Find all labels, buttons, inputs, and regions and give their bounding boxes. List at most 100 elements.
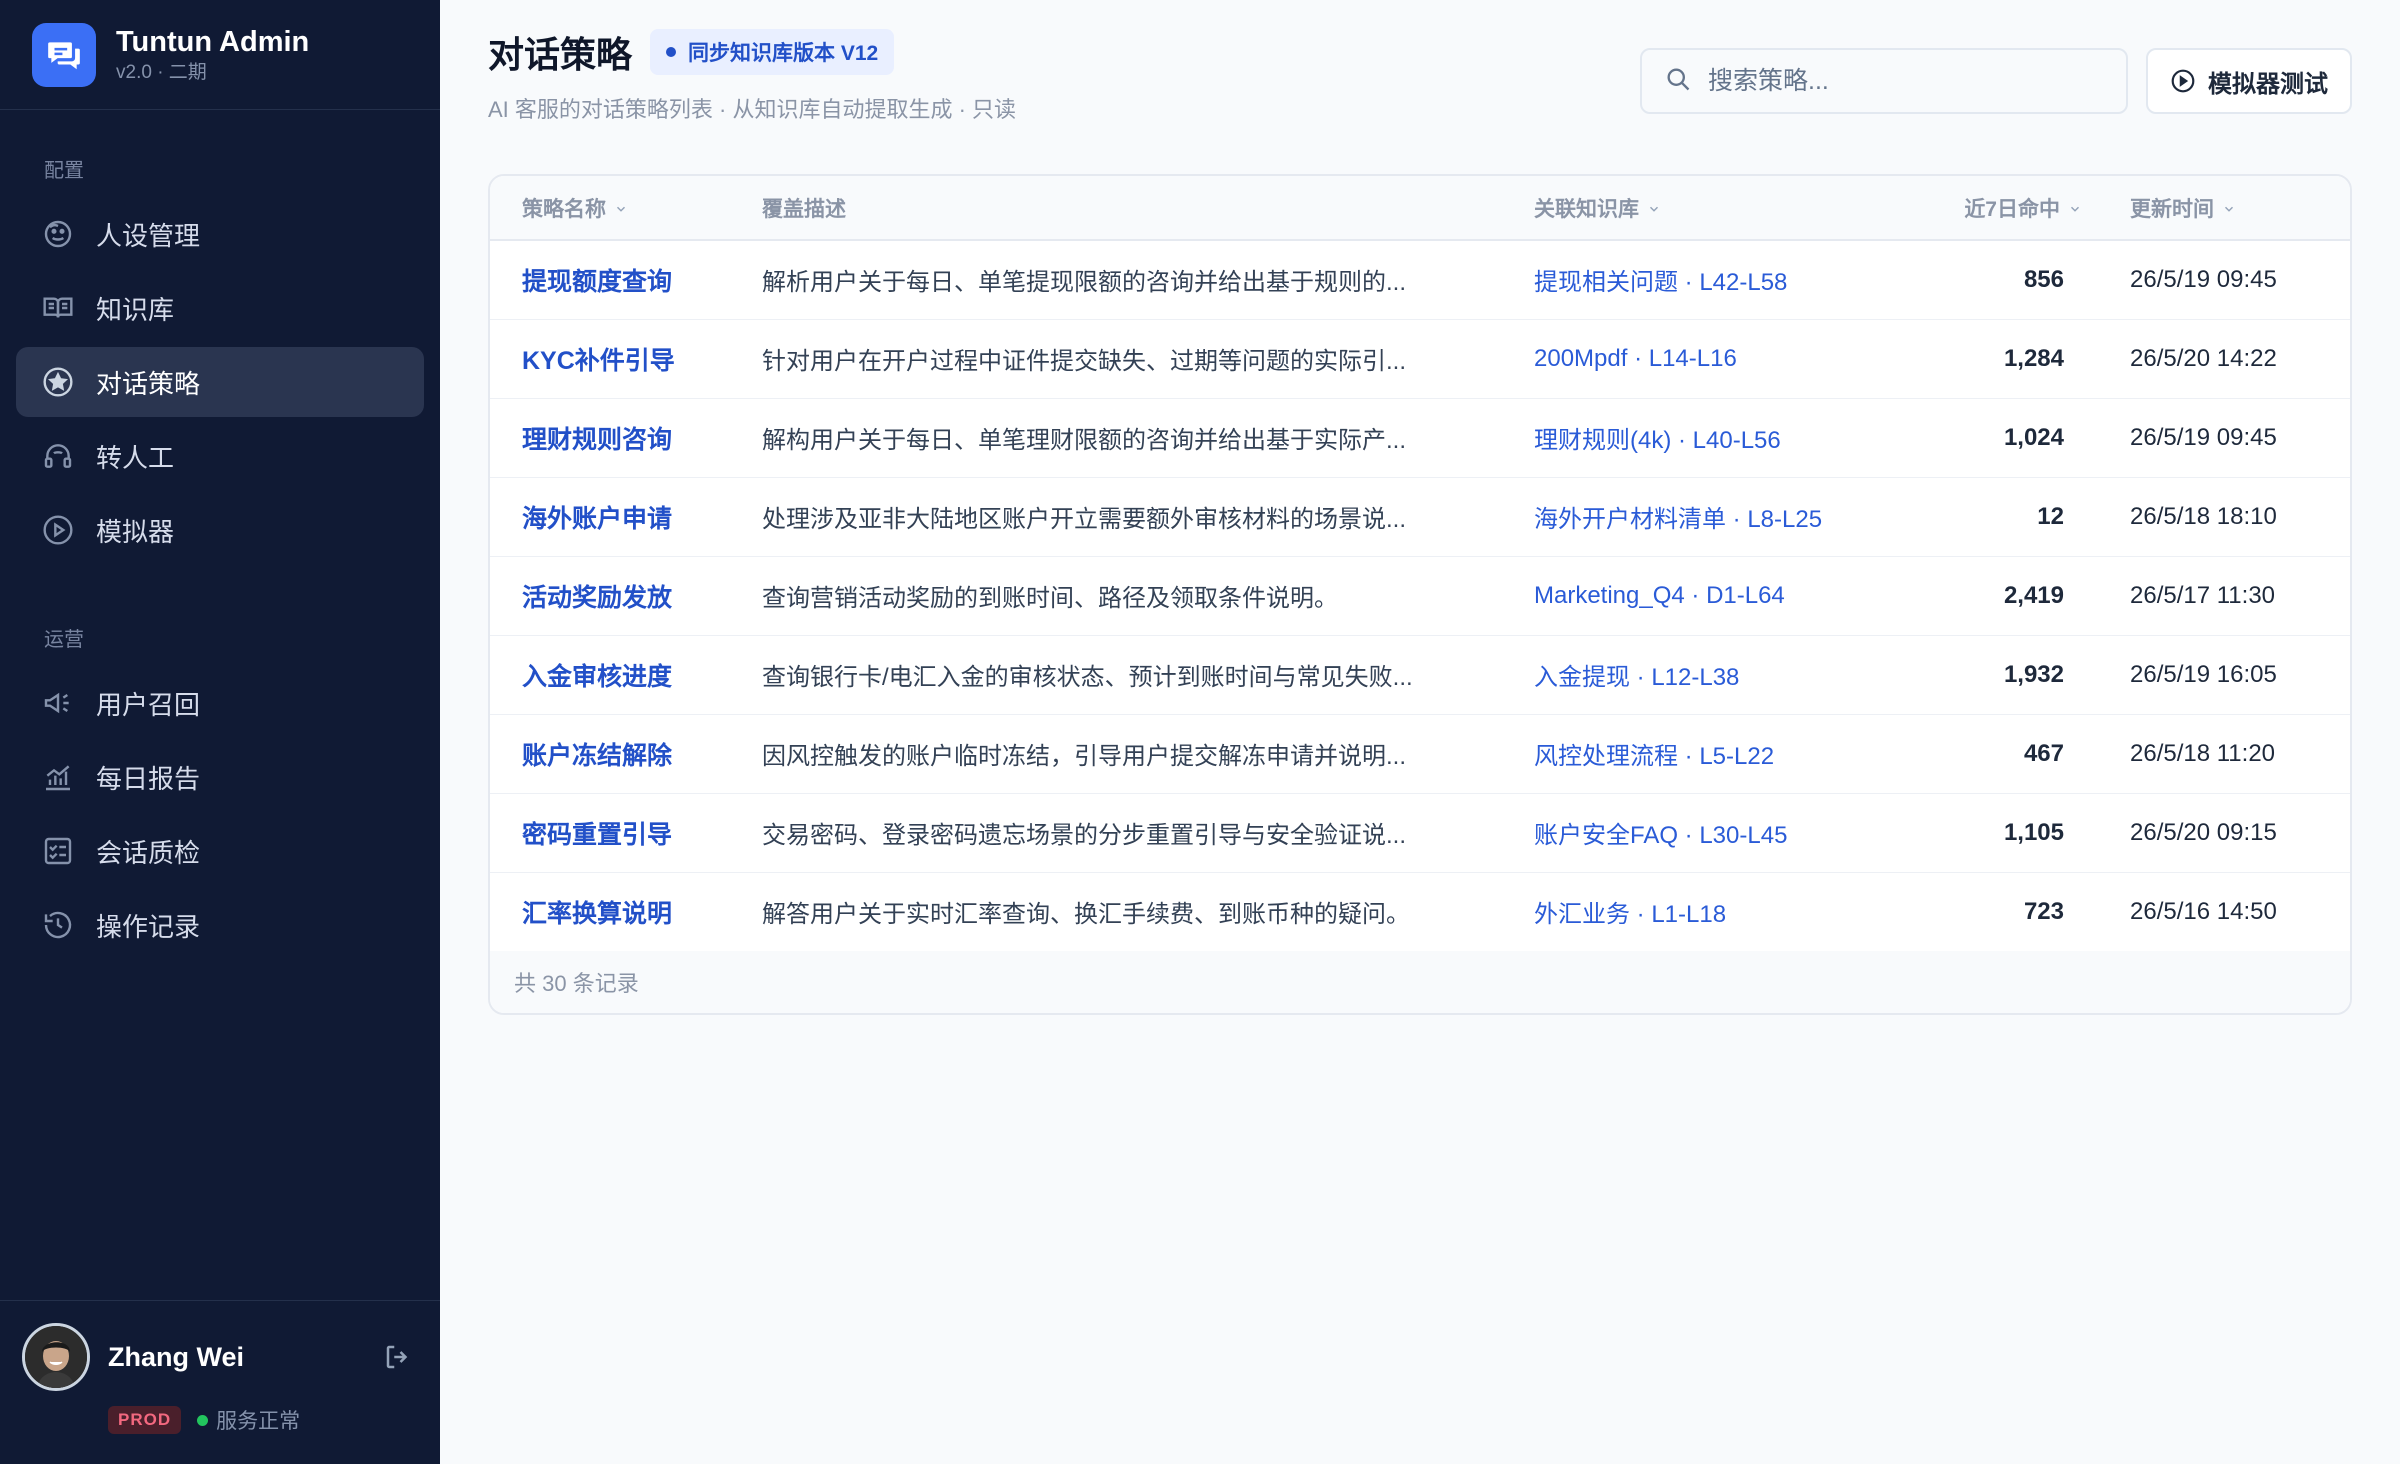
column-header-time[interactable]: 更新时间 xyxy=(2082,176,2350,240)
simulator-test-button[interactable]: 模拟器测试 xyxy=(2146,48,2352,114)
table-row[interactable]: 账户冻结解除 因风控触发的账户临时冻结，引导用户提交解冻申请并说明... 风控处… xyxy=(490,714,2350,793)
kb-link[interactable]: 入金提现 · L12-L38 xyxy=(1502,635,1902,714)
user-name: Zhang Wei xyxy=(108,1341,245,1372)
strategy-name-link[interactable]: KYC补件引导 xyxy=(490,319,762,398)
strategy-name-link[interactable]: 账户冻结解除 xyxy=(490,714,762,793)
strategy-table-card: 策略名称 覆盖描述 关联知识库 近7日命中 更新时间 提现额度查询 解析用户关于… xyxy=(488,174,2352,1015)
strategy-name-link[interactable]: 活动奖励发放 xyxy=(490,556,762,635)
table-row[interactable]: KYC补件引导 针对用户在开户过程中证件提交缺失、过期等问题的实际引... 20… xyxy=(490,319,2350,398)
strategy-name-link[interactable]: 入金审核进度 xyxy=(490,635,762,714)
sort-chevron-icon[interactable] xyxy=(2068,198,2082,222)
sort-chevron-icon[interactable] xyxy=(614,198,628,222)
column-header-kb[interactable]: 关联知识库 xyxy=(1502,176,1902,240)
sidebar-item-label: 人设管理 xyxy=(96,220,201,251)
section-label-ops: 运营 xyxy=(44,629,84,651)
sort-chevron-icon[interactable] xyxy=(2222,198,2236,222)
updated-time: 26/5/19 09:45 xyxy=(2130,423,2277,451)
strategy-desc: 因风控触发的账户临时冻结，引导用户提交解冻申请并说明... xyxy=(762,743,1407,770)
kb-link[interactable]: 理财规则(4k) · L40-L56 xyxy=(1502,398,1902,477)
strategy-name-link[interactable]: 汇率换算说明 xyxy=(490,872,762,951)
strategy-table: 策略名称 覆盖描述 关联知识库 近7日命中 更新时间 提现额度查询 解析用户关于… xyxy=(490,176,2350,951)
hit-count: 12 xyxy=(2037,502,2064,530)
strategy-name-link[interactable]: 提现额度查询 xyxy=(490,240,762,319)
kb-link[interactable]: 账户安全FAQ · L30-L45 xyxy=(1502,793,1902,872)
sidebar-item-label: 模拟器 xyxy=(96,516,175,547)
checklist-icon xyxy=(42,835,74,867)
kb-link[interactable]: Marketing_Q4 · D1-L64 xyxy=(1502,556,1902,635)
kb-link[interactable]: 200Mpdf · L14-L16 xyxy=(1502,319,1902,398)
sidebar-item-daily-report[interactable]: 每日报告 xyxy=(16,742,424,812)
hit-count: 2,419 xyxy=(2003,581,2064,609)
hit-count: 1,024 xyxy=(2003,423,2064,451)
play-circle-icon xyxy=(2170,68,2196,94)
chart-icon xyxy=(42,761,74,793)
updated-time: 26/5/20 09:15 xyxy=(2130,818,2277,846)
table-row[interactable]: 入金审核进度 查询银行卡/电汇入金的审核状态、预计到账时间与常见失败... 入金… xyxy=(490,635,2350,714)
strategy-name-link[interactable]: 海外账户申请 xyxy=(490,477,762,556)
kb-link[interactable]: 海外开户材料清单 · L8-L25 xyxy=(1502,477,1902,556)
brand-name: Tuntun Admin xyxy=(116,25,310,58)
column-header-hits[interactable]: 近7日命中 xyxy=(1902,176,2082,240)
book-icon xyxy=(42,292,74,324)
table-row[interactable]: 密码重置引导 交易密码、登录密码遗忘场景的分步重置引导与安全验证说... 账户安… xyxy=(490,793,2350,872)
kb-link[interactable]: 风控处理流程 · L5-L22 xyxy=(1502,714,1902,793)
strategy-name-link[interactable]: 密码重置引导 xyxy=(490,793,762,872)
section-label-config: 配置 xyxy=(44,160,84,182)
sidebar-item-simulator[interactable]: 模拟器 xyxy=(16,495,424,565)
sidebar-item-knowledge[interactable]: 知识库 xyxy=(16,273,424,343)
strategy-name-link[interactable]: 理财规则咨询 xyxy=(490,398,762,477)
history-icon xyxy=(42,909,74,941)
play-icon xyxy=(42,514,74,546)
sidebar-item-recall[interactable]: 用户召回 xyxy=(16,668,424,738)
hit-count: 856 xyxy=(2023,265,2064,293)
brand-version: v2.0 · 二期 xyxy=(116,61,207,83)
avatar[interactable] xyxy=(22,1323,90,1391)
updated-time: 26/5/16 14:50 xyxy=(2130,897,2277,925)
main-content: 对话策略 同步知识库版本 V12 AI 客服的对话策略列表 · 从知识库自动提取… xyxy=(440,0,2400,1464)
column-header-desc: 覆盖描述 xyxy=(762,197,846,221)
kb-link[interactable]: 外汇业务 · L1-L18 xyxy=(1502,872,1902,951)
sidebar-item-persona[interactable]: 人设管理 xyxy=(16,199,424,269)
sidebar-item-strategy[interactable]: 对话策略 xyxy=(16,347,424,417)
service-status: 服务正常 xyxy=(216,1410,301,1433)
search-box[interactable] xyxy=(1640,48,2128,114)
brand[interactable]: Tuntun Admin v2.0 · 二期 xyxy=(0,0,440,110)
table-row[interactable]: 提现额度查询 解析用户关于每日、单笔提现限额的咨询并给出基于规则的... 提现相… xyxy=(490,240,2350,319)
search-icon xyxy=(1664,65,1692,98)
megaphone-icon xyxy=(42,687,74,719)
sync-version-badge: 同步知识库版本 V12 xyxy=(650,29,895,75)
sidebar: Tuntun Admin v2.0 · 二期 配置 人设管理 知识库 对话策略 xyxy=(0,0,440,1464)
strategy-desc: 处理涉及亚非大陆地区账户开立需要额外审核材料的场景说... xyxy=(762,506,1407,533)
badge-label: 同步知识库版本 V12 xyxy=(688,42,879,65)
table-footer: 共 30 条记录 xyxy=(490,951,2350,1013)
kb-link[interactable]: 提现相关问题 · L42-L58 xyxy=(1502,240,1902,319)
table-row[interactable]: 理财规则咨询 解构用户关于每日、单笔理财限额的咨询并给出基于实际产... 理财规… xyxy=(490,398,2350,477)
hit-count: 1,932 xyxy=(2003,660,2064,688)
star-icon xyxy=(42,366,74,398)
user-panel: Zhang Wei PROD 服务正常 xyxy=(0,1300,440,1464)
table-row[interactable]: 活动奖励发放 查询营销活动奖励的到账时间、路径及领取条件说明。 Marketin… xyxy=(490,556,2350,635)
sidebar-item-label: 会话质检 xyxy=(96,837,201,868)
sidebar-item-qa[interactable]: 会话质检 xyxy=(16,816,424,886)
updated-time: 26/5/19 16:05 xyxy=(2130,660,2277,688)
sidebar-item-label: 用户召回 xyxy=(96,689,201,720)
sidebar-item-label: 操作记录 xyxy=(96,911,201,942)
updated-time: 26/5/19 09:45 xyxy=(2130,265,2277,293)
hit-count: 723 xyxy=(2023,897,2064,925)
logout-icon[interactable] xyxy=(378,1337,418,1377)
sidebar-item-history[interactable]: 操作记录 xyxy=(16,890,424,960)
sidebar-item-label: 对话策略 xyxy=(96,368,201,399)
strategy-desc: 针对用户在开户过程中证件提交缺失、过期等问题的实际引... xyxy=(762,348,1407,375)
strategy-desc: 解答用户关于实时汇率查询、换汇手续费、到账币种的疑问。 xyxy=(762,901,1410,929)
column-header-name[interactable]: 策略名称 xyxy=(490,176,762,240)
record-count: 共 30 条记录 xyxy=(514,971,639,996)
persona-icon xyxy=(42,218,74,250)
sort-chevron-icon[interactable] xyxy=(1647,198,1661,222)
hit-count: 1,284 xyxy=(2003,344,2064,372)
updated-time: 26/5/18 11:20 xyxy=(2130,739,2276,767)
sidebar-item-label: 知识库 xyxy=(96,294,175,325)
sidebar-item-handoff[interactable]: 转人工 xyxy=(16,421,424,491)
table-row[interactable]: 汇率换算说明 解答用户关于实时汇率查询、换汇手续费、到账币种的疑问。 外汇业务 … xyxy=(490,872,2350,951)
table-row[interactable]: 海外账户申请 处理涉及亚非大陆地区账户开立需要额外审核材料的场景说... 海外开… xyxy=(490,477,2350,556)
search-input[interactable] xyxy=(1708,66,2088,96)
